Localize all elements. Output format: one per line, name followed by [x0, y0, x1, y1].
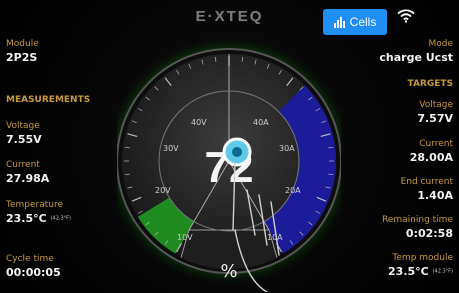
- brand-logo: E·XTEQ: [195, 8, 264, 25]
- voltage-tick-40: 40V: [191, 118, 207, 127]
- current-tick-10: 10A: [267, 233, 283, 242]
- measurements-panel: Module 2P2S MEASUREMENTS Voltage 7.55V C…: [6, 34, 126, 293]
- cycle-time-value: 00:00:05: [6, 266, 61, 279]
- voltage-tick-30: 30V: [163, 144, 179, 153]
- cycle-time-label: Cycle time: [6, 254, 54, 264]
- end-current-value: 1.40A: [417, 189, 453, 202]
- charge-gauge: 10V 20V 30V 40V 10A 20A 30A 40A 72 %: [117, 37, 341, 285]
- end-current-label: End current: [400, 177, 453, 187]
- percent-symbol: %: [220, 261, 237, 282]
- current-tick-20: 20A: [285, 186, 301, 195]
- bar-chart-icon: [333, 16, 345, 28]
- current-tick-40: 40A: [253, 118, 269, 127]
- temp-module-label: Temp module: [392, 253, 453, 263]
- remaining-time-value: 0:02:58: [405, 227, 453, 240]
- voltage-tick-20: 20V: [155, 186, 171, 195]
- target-current-label: Current: [419, 139, 453, 149]
- target-current-value: 28.00A: [409, 151, 453, 164]
- charger-screen: E·XTEQ Cells Module 2P2S MEASUREMENTS Vo…: [0, 0, 459, 293]
- target-voltage-label: Voltage: [419, 100, 453, 110]
- remaining-time-label: Remaining time: [382, 215, 453, 225]
- mode-label: Mode: [428, 39, 453, 49]
- wifi-icon: [397, 9, 415, 23]
- voltage-tick-10: 10V: [177, 233, 193, 242]
- targets-heading: TARGETS: [407, 79, 454, 89]
- temp-module-fahrenheit: (42.3°F): [432, 268, 453, 275]
- mode-value: charge Ucst: [379, 51, 453, 64]
- voltage-label: Voltage: [6, 121, 40, 131]
- temp-module-value-text: 23.5°C: [388, 265, 429, 278]
- cells-button-label: Cells: [349, 15, 377, 29]
- temperature-value-text: 23.5°C: [6, 212, 47, 225]
- current-tick-30: 30A: [279, 144, 295, 153]
- charge-percent-value: 72: [205, 143, 254, 192]
- measurements-heading: MEASUREMENTS: [6, 95, 91, 105]
- temperature-fahrenheit: (42.3°F): [50, 215, 71, 222]
- current-value: 27.98A: [6, 172, 50, 185]
- module-label: Module: [6, 39, 39, 49]
- targets-panel: Mode charge Ucst TARGETS Voltage 7.57V C…: [343, 34, 453, 293]
- temp-module-value: 23.5°C (42.3°F): [388, 265, 453, 279]
- module-value: 2P2S: [6, 51, 38, 64]
- temperature-value: 23.5°C (42.3°F): [6, 212, 71, 226]
- voltage-value: 7.55V: [6, 133, 42, 146]
- current-label: Current: [6, 160, 40, 170]
- temperature-label: Temperature: [6, 200, 64, 210]
- target-voltage-value: 7.57V: [417, 112, 453, 125]
